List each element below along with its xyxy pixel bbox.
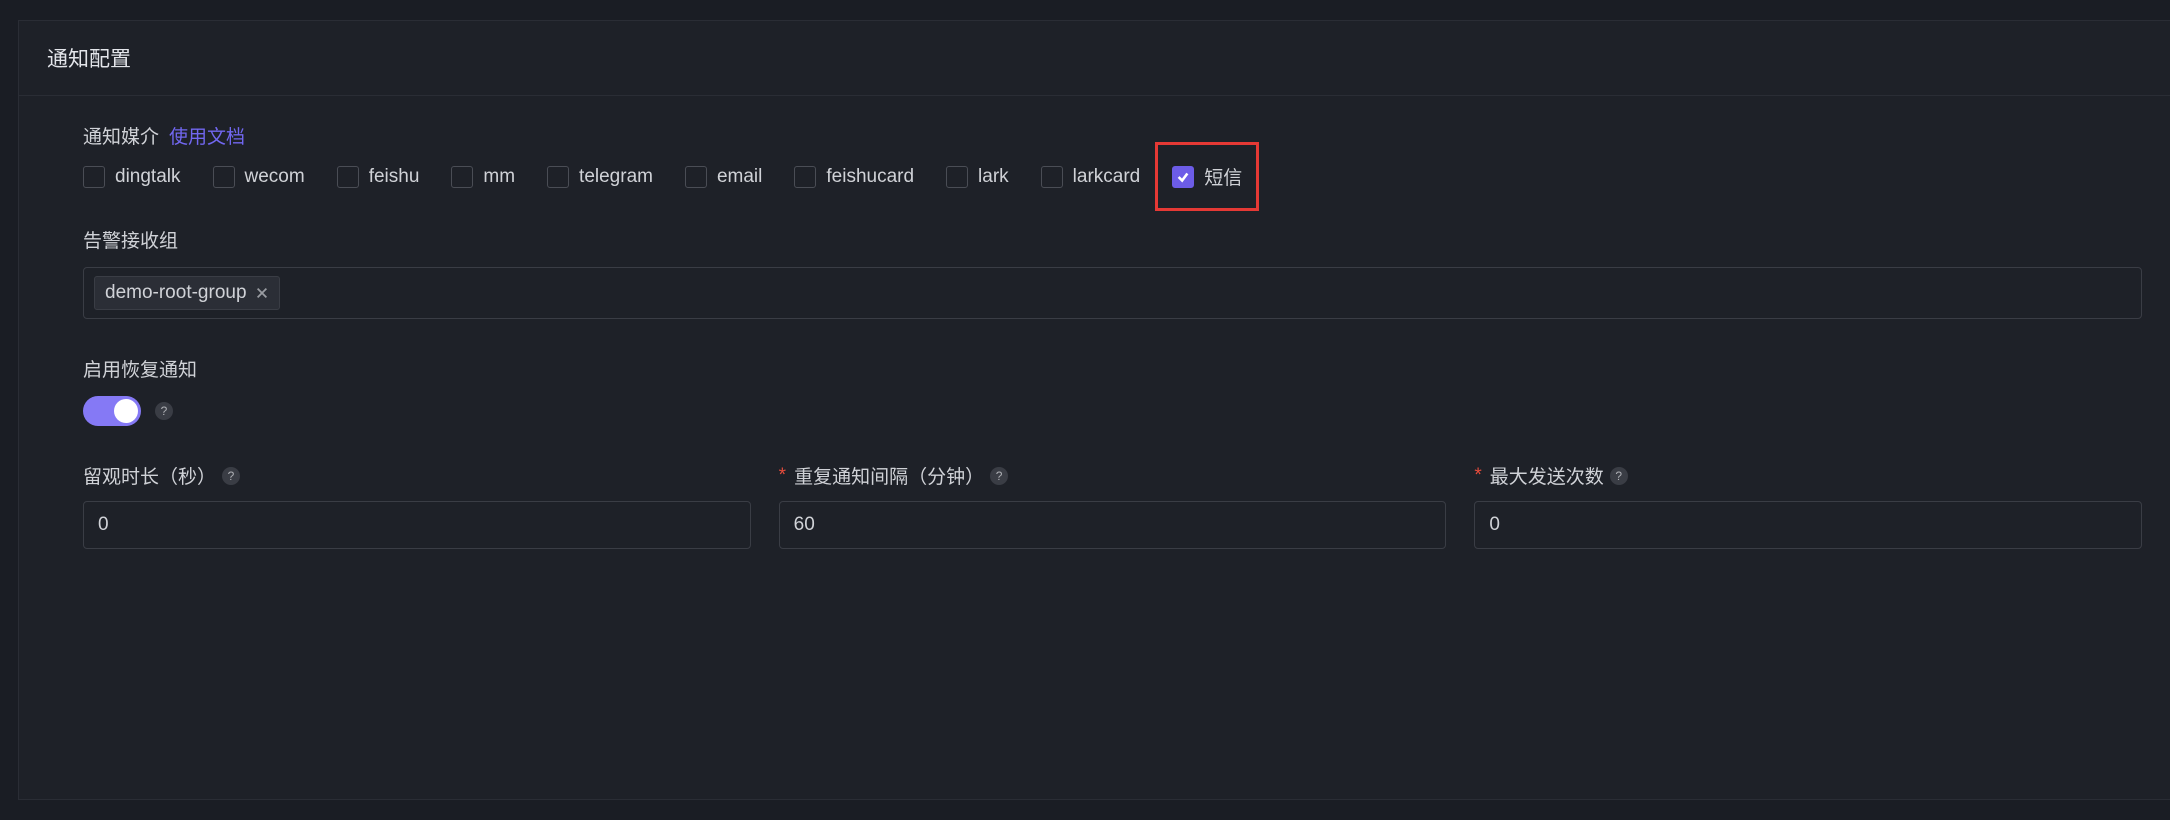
repeat-col: * 重复通知间隔（分钟） ? (779, 462, 1447, 549)
observe-label: 留观时长（秒） (83, 462, 216, 489)
checkmark-icon (1176, 170, 1190, 184)
media-option-feishucard[interactable]: feishucard (794, 166, 914, 188)
help-icon[interactable]: ? (222, 467, 240, 485)
recovery-label: 启用恢复通知 (83, 355, 197, 382)
media-option-lark[interactable]: lark (946, 166, 1009, 188)
checkbox-mm[interactable] (451, 166, 473, 188)
recovery-label-row: 启用恢复通知 (83, 355, 2142, 382)
help-icon[interactable]: ? (1610, 467, 1628, 485)
recv-group-label: 告警接收组 (83, 226, 178, 253)
observe-label-line: 留观时长（秒） ? (83, 462, 751, 489)
media-option-label: dingtalk (115, 166, 181, 188)
maxsend-col: * 最大发送次数 ? (1474, 462, 2142, 549)
media-option-dingtalk[interactable]: dingtalk (83, 166, 181, 188)
media-option-label: mm (483, 166, 515, 188)
media-label-row: 通知媒介 使用文档 (83, 122, 2142, 149)
required-asterisk: * (779, 465, 786, 487)
highlight-box: 短信 (1155, 142, 1259, 211)
switch-knob (114, 399, 138, 423)
media-option-label: wecom (245, 166, 305, 188)
maxsend-input[interactable] (1474, 501, 2142, 549)
checkbox-feishu[interactable] (337, 166, 359, 188)
repeat-label-line: * 重复通知间隔（分钟） ? (779, 462, 1447, 489)
media-label: 通知媒介 (83, 122, 159, 149)
checkbox-feishucard[interactable] (794, 166, 816, 188)
panel-header: 通知配置 (19, 21, 2170, 96)
recv-group-select[interactable]: demo-root-group (83, 267, 2142, 319)
observe-col: 留观时长（秒） ? (83, 462, 751, 549)
checkbox-larkcard[interactable] (1041, 166, 1063, 188)
media-option-label: feishu (369, 166, 420, 188)
close-icon[interactable] (255, 286, 269, 300)
media-doc-link[interactable]: 使用文档 (169, 122, 245, 149)
checkbox-email[interactable] (685, 166, 707, 188)
media-option-label: feishucard (826, 166, 914, 188)
notification-config-panel: 通知配置 通知媒介 使用文档 dingtalk wecom feishu mm tele… (18, 20, 2170, 800)
required-asterisk: * (1474, 465, 1481, 487)
media-option-email[interactable]: email (685, 166, 762, 188)
media-option-label: lark (978, 166, 1009, 188)
media-option-label: 短信 (1204, 163, 1242, 190)
media-option-sms[interactable]: 短信 (1172, 163, 1242, 190)
media-option-label: telegram (579, 166, 653, 188)
help-icon[interactable]: ? (155, 402, 173, 420)
help-icon[interactable]: ? (990, 467, 1008, 485)
maxsend-label-line: * 最大发送次数 ? (1474, 462, 2142, 489)
observe-input[interactable] (83, 501, 751, 549)
checkbox-sms[interactable] (1172, 166, 1194, 188)
recovery-switch[interactable] (83, 396, 141, 426)
checkbox-telegram[interactable] (547, 166, 569, 188)
recv-group-label-row: 告警接收组 (83, 226, 2142, 253)
media-option-telegram[interactable]: telegram (547, 166, 653, 188)
maxsend-label: 最大发送次数 (1490, 462, 1604, 489)
media-option-label: larkcard (1073, 166, 1141, 188)
checkbox-lark[interactable] (946, 166, 968, 188)
media-option-mm[interactable]: mm (451, 166, 515, 188)
checkbox-wecom[interactable] (213, 166, 235, 188)
numeric-fields-row: 留观时长（秒） ? * 重复通知间隔（分钟） ? * 最大发送次数 ? (83, 462, 2142, 549)
media-option-feishu[interactable]: feishu (337, 166, 420, 188)
repeat-label: 重复通知间隔（分钟） (794, 462, 984, 489)
repeat-input[interactable] (779, 501, 1447, 549)
panel-title: 通知配置 (47, 43, 2142, 73)
media-option-larkcard[interactable]: larkcard (1041, 166, 1141, 188)
recv-group-tag[interactable]: demo-root-group (94, 276, 280, 310)
media-option-wecom[interactable]: wecom (213, 166, 305, 188)
media-option-label: email (717, 166, 762, 188)
tag-label: demo-root-group (105, 282, 247, 304)
panel-body: 通知媒介 使用文档 dingtalk wecom feishu mm telegram e… (19, 96, 2170, 575)
recovery-switch-row: ? (83, 396, 2142, 426)
media-checkbox-row: dingtalk wecom feishu mm telegram email feishu… (83, 163, 2142, 190)
checkbox-dingtalk[interactable] (83, 166, 105, 188)
